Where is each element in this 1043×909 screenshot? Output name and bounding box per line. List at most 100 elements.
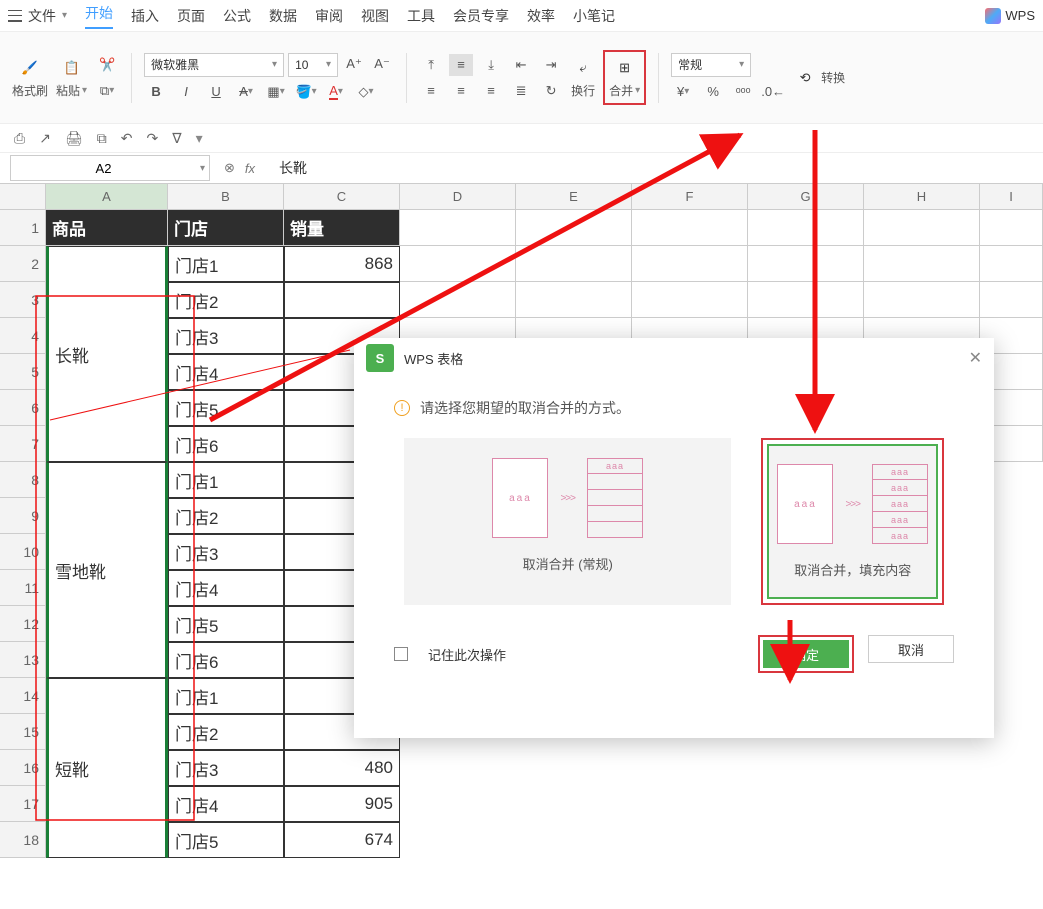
menu-icon[interactable] (8, 10, 22, 22)
row-header[interactable]: 12 (0, 606, 46, 642)
cell[interactable] (864, 210, 980, 246)
paste-button[interactable]: 📋 粘贴▾ (56, 56, 87, 99)
tab-start[interactable]: 开始 (85, 3, 113, 29)
cut-icon[interactable]: ✂️ (95, 54, 119, 76)
cell[interactable] (400, 210, 516, 246)
cell[interactable]: 674 (284, 822, 400, 858)
align-top-icon[interactable]: ⤒ (419, 54, 443, 76)
decimal-icon[interactable]: .0← (761, 81, 785, 103)
cell[interactable]: 905 (284, 786, 400, 822)
cell[interactable]: 门店6 (168, 642, 284, 678)
tab-formula[interactable]: 公式 (223, 6, 251, 26)
underline-button[interactable]: U (204, 81, 228, 103)
cell-b1[interactable]: 门店 (168, 210, 284, 246)
cell[interactable]: 门店4 (168, 786, 284, 822)
save-icon[interactable]: ⎙ (14, 130, 25, 147)
option-unmerge-normal[interactable]: aaa >>> aaa 取消合并 (常规) (404, 438, 731, 605)
align-right-icon[interactable]: ≡ (479, 80, 503, 102)
row-header[interactable]: 15 (0, 714, 46, 750)
tab-notes[interactable]: 小笔记 (573, 6, 615, 26)
tab-page[interactable]: 页面 (177, 6, 205, 26)
col-header-h[interactable]: H (864, 184, 980, 209)
formula-input[interactable]: 长靴 (269, 158, 1043, 178)
cell[interactable] (748, 210, 864, 246)
cell-a14-merged[interactable]: 短靴 (46, 678, 168, 858)
select-all-corner[interactable] (0, 184, 46, 209)
cell[interactable] (632, 210, 748, 246)
col-header-g[interactable]: G (748, 184, 864, 209)
cell[interactable] (284, 282, 400, 318)
align-middle-icon[interactable]: ≡ (449, 54, 473, 76)
filter-icon[interactable]: ∇ (172, 130, 181, 147)
cell[interactable] (980, 210, 1043, 246)
cell[interactable]: 门店2 (168, 714, 284, 750)
cell[interactable]: 480 (284, 750, 400, 786)
close-icon[interactable]: ✕ (969, 348, 982, 368)
copy-icon[interactable]: ⧉▾ (95, 80, 119, 102)
row-header[interactable]: 8 (0, 462, 46, 498)
tab-insert[interactable]: 插入 (131, 6, 159, 26)
row-header[interactable]: 10 (0, 534, 46, 570)
cell[interactable]: 门店3 (168, 750, 284, 786)
tab-data[interactable]: 数据 (269, 6, 297, 26)
col-header-e[interactable]: E (516, 184, 632, 209)
col-header-c[interactable]: C (284, 184, 400, 209)
justify-icon[interactable]: ≣ (509, 80, 533, 102)
share-icon[interactable]: ↗ (39, 130, 51, 147)
undo-icon[interactable]: ↶ (121, 130, 133, 147)
row-header[interactable]: 11 (0, 570, 46, 606)
font-color-button[interactable]: A▾ (324, 81, 348, 103)
tab-efficiency[interactable]: 效率 (527, 6, 555, 26)
col-header-f[interactable]: F (632, 184, 748, 209)
preview-icon[interactable]: ⧉ (97, 130, 107, 147)
cell[interactable]: 门店4 (168, 354, 284, 390)
cell[interactable]: 门店1 (168, 462, 284, 498)
row-header[interactable]: 5 (0, 354, 46, 390)
outdent-icon[interactable]: ⇤ (509, 54, 533, 76)
number-format-select[interactable]: 常规▾ (671, 53, 751, 77)
name-box-input[interactable] (11, 156, 196, 180)
redo-icon[interactable]: ↷ (146, 130, 158, 147)
strike-button[interactable]: A▾ (234, 81, 258, 103)
row-header[interactable]: 17 (0, 786, 46, 822)
decrease-font-icon[interactable]: A⁻ (370, 53, 394, 75)
cell[interactable]: 门店1 (168, 246, 284, 282)
currency-icon[interactable]: ¥▾ (671, 81, 695, 103)
col-header-a[interactable]: A (46, 184, 168, 209)
cell-a1[interactable]: 商品 (46, 210, 168, 246)
ok-button[interactable]: 确定 (763, 640, 849, 668)
row-header[interactable]: 13 (0, 642, 46, 678)
font-size-select[interactable]: 10▾ (288, 53, 338, 77)
cell[interactable]: 门店4 (168, 570, 284, 606)
print-icon[interactable]: 🖨 (65, 130, 83, 147)
row-header[interactable]: 9 (0, 498, 46, 534)
row-header[interactable]: 14 (0, 678, 46, 714)
row-header[interactable]: 16 (0, 750, 46, 786)
highlight-button[interactable]: ◇▾ (354, 81, 378, 103)
tab-member[interactable]: 会员专享 (453, 6, 509, 26)
cell[interactable]: 门店1 (168, 678, 284, 714)
fx-icon[interactable]: fx (245, 161, 255, 176)
italic-button[interactable]: I (174, 81, 198, 103)
cell[interactable]: 门店5 (168, 822, 284, 858)
bold-button[interactable]: B (144, 81, 168, 103)
wrap-button[interactable]: ⤶ 换行 (571, 56, 595, 99)
cancel-edit-icon[interactable]: ⊗ (224, 160, 235, 176)
align-left-icon[interactable]: ≡ (419, 80, 443, 102)
row-header[interactable]: 1 (0, 210, 46, 246)
convert-button[interactable]: ⟲ 转换 (793, 60, 845, 96)
cell[interactable]: 门店2 (168, 282, 284, 318)
row-header[interactable]: 6 (0, 390, 46, 426)
indent-icon[interactable]: ⇥ (539, 54, 563, 76)
col-header-b[interactable]: B (168, 184, 284, 209)
row-header[interactable]: 7 (0, 426, 46, 462)
col-header-d[interactable]: D (400, 184, 516, 209)
cell[interactable]: 门店3 (168, 534, 284, 570)
cell[interactable] (516, 210, 632, 246)
cell[interactable]: 门店5 (168, 390, 284, 426)
cell[interactable]: 868 (284, 246, 400, 282)
cell[interactable]: 门店5 (168, 606, 284, 642)
cancel-button[interactable]: 取消 (868, 635, 954, 663)
row-header[interactable]: 2 (0, 246, 46, 282)
tab-review[interactable]: 审阅 (315, 6, 343, 26)
